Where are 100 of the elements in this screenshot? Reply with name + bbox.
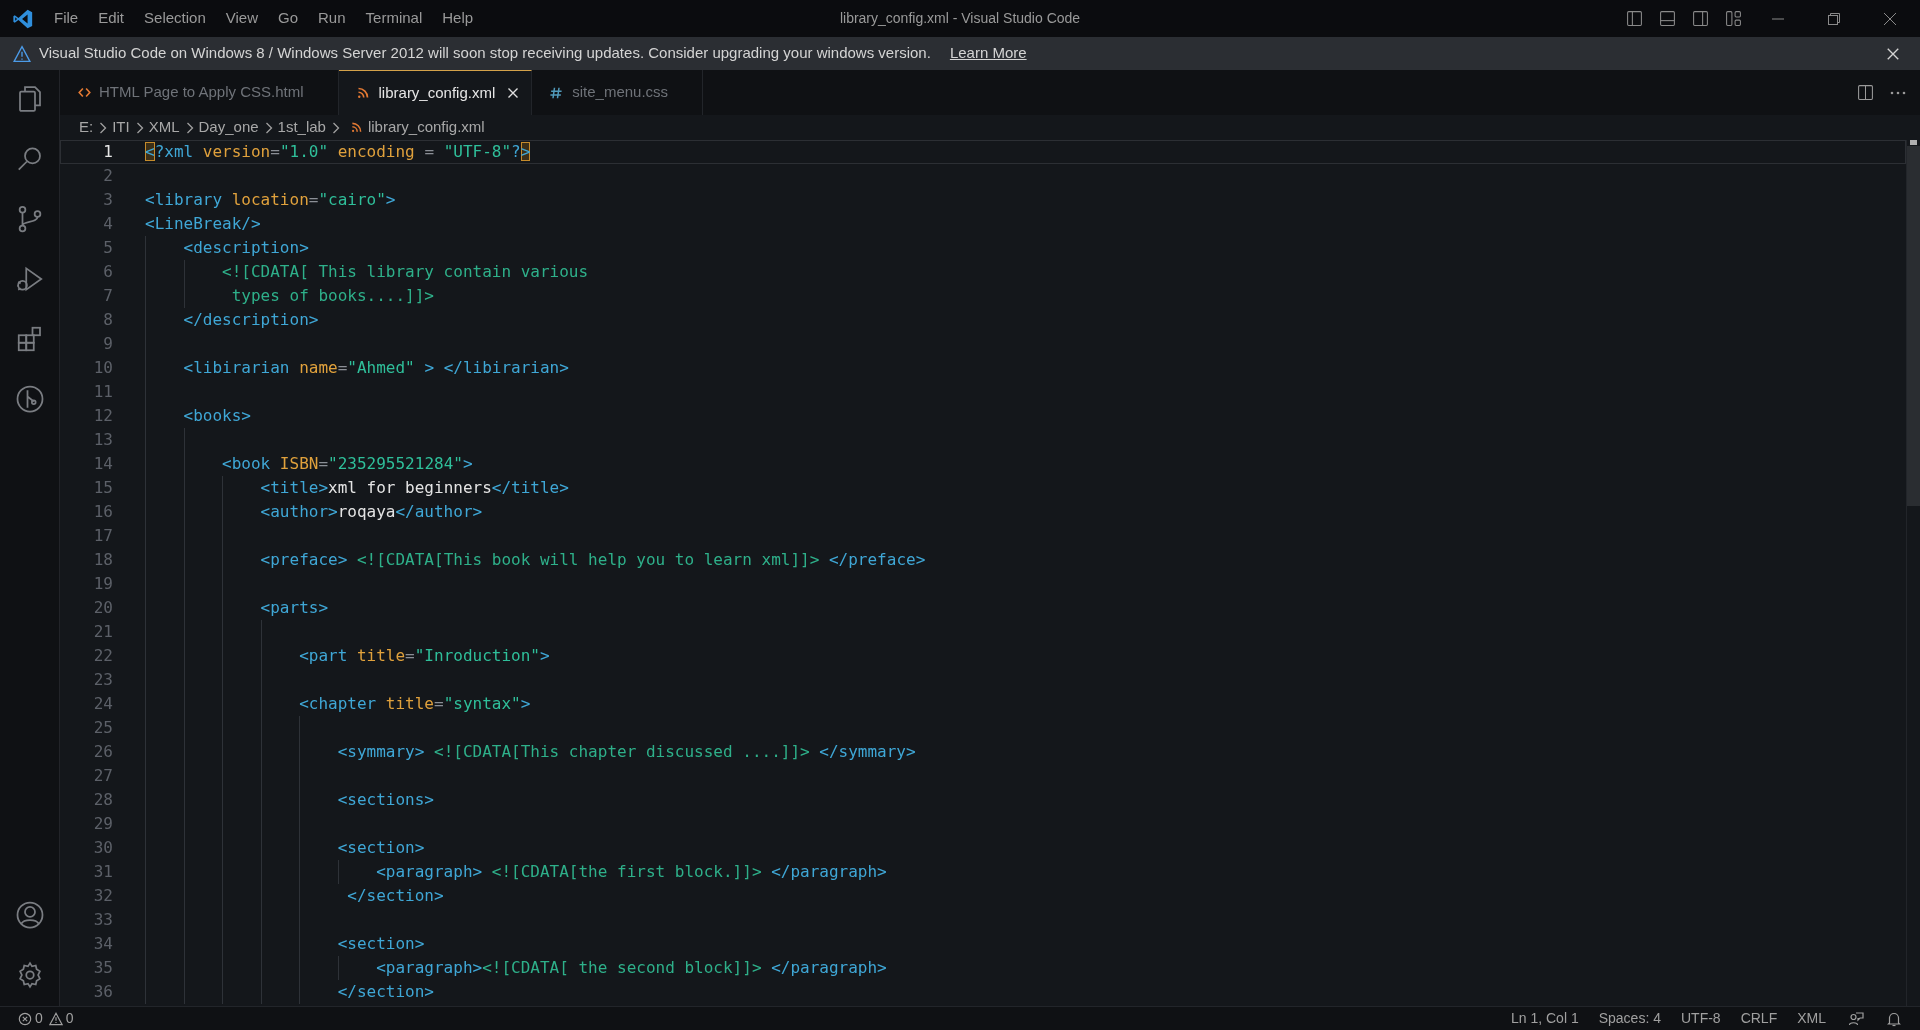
breadcrumb-item[interactable]: ITI <box>112 116 130 139</box>
feed-file-icon <box>350 122 362 133</box>
line-number: 35 <box>92 957 113 979</box>
line-number: 26 <box>92 741 113 763</box>
line-number: 22 <box>92 645 113 667</box>
menu-item[interactable]: Edit <box>88 7 135 30</box>
breadcrumb-item[interactable]: 1st_lab <box>277 116 326 139</box>
toggle-secondary-sidebar-icon[interactable] <box>1692 10 1709 27</box>
chevron-right-icon <box>263 121 273 134</box>
line-number: 21 <box>92 621 113 643</box>
line-number: 4 <box>102 213 113 235</box>
line-number: 2 <box>102 165 113 187</box>
menu-item[interactable]: Help <box>432 7 484 30</box>
code-line: <author>roqaya</author> <box>259 502 483 521</box>
editor-tab[interactable]: library_config.xml <box>338 70 533 115</box>
breadcrumb-item[interactable]: Day_one <box>198 116 259 139</box>
line-number: 7 <box>102 285 113 307</box>
feedback-icon[interactable] <box>1848 1010 1864 1027</box>
line-number: 28 <box>92 789 113 811</box>
menu-item[interactable]: Run <box>308 7 356 30</box>
close-icon[interactable] <box>1882 10 1898 27</box>
line-number: 19 <box>92 573 113 595</box>
code-line: <![CDATA[ This library contain various <box>221 262 589 281</box>
close-icon[interactable] <box>507 87 520 99</box>
code-line: <section> <box>336 838 425 857</box>
code-line: <part title="Inroduction"> <box>298 646 550 665</box>
status-item[interactable]: UTF-8 <box>1680 1008 1721 1029</box>
code-file-icon <box>78 86 91 99</box>
problems-indicator[interactable]: 0 0 <box>18 1008 74 1029</box>
code-line: <section> <box>336 934 425 953</box>
more-actions-icon[interactable] <box>1890 90 1906 95</box>
code-line: <libirarian name="Ahmed" > </libirarian> <box>182 358 569 377</box>
line-number: 5 <box>102 237 113 259</box>
git-graph-icon[interactable] <box>14 384 45 414</box>
code-line: <symmary> <![CDATA[This chapter discussed ....]]> </symmary> <box>336 742 916 761</box>
notifications-icon[interactable] <box>1886 1010 1902 1027</box>
line-number: 8 <box>102 309 113 331</box>
menu-item[interactable]: Selection <box>134 7 216 30</box>
close-icon[interactable] <box>1886 46 1900 61</box>
account-icon[interactable] <box>14 900 45 930</box>
line-number: 14 <box>92 453 113 475</box>
warning-count: 0 <box>65 1009 74 1028</box>
code-line: <LineBreak/> <box>145 214 261 233</box>
code-line: </section> <box>346 886 444 905</box>
line-number: 33 <box>92 909 113 931</box>
layout-icon[interactable] <box>1725 10 1742 27</box>
line-number: 13 <box>92 429 113 451</box>
line-number: 36 <box>92 981 113 1003</box>
breadcrumb-item[interactable]: XML <box>148 116 180 139</box>
status-item[interactable]: CRLF <box>1740 1008 1778 1029</box>
code-line: <parts> <box>259 598 329 617</box>
overview-ruler-mark <box>1910 140 1917 145</box>
line-number: 31 <box>92 861 113 883</box>
line-number: 12 <box>92 405 113 427</box>
line-number: 6 <box>102 261 113 283</box>
status-item[interactable]: Spaces: 4 <box>1598 1008 1661 1029</box>
menu-item[interactable]: File <box>44 7 89 30</box>
chevron-right-icon <box>330 121 340 134</box>
window-title: library_config.xml - Visual Studio Code <box>839 9 1081 28</box>
line-number: 1 <box>102 141 113 163</box>
code-line: </description> <box>182 310 319 329</box>
status-item[interactable]: Ln 1, Col 1 <box>1511 1008 1579 1029</box>
code-line: <library location="cairo"> <box>145 190 396 209</box>
error-icon <box>18 1011 32 1026</box>
feed-file-icon <box>356 87 369 99</box>
chevron-right-icon <box>184 121 194 134</box>
line-number: 29 <box>92 813 113 835</box>
code-line: <paragraph><![CDATA[ the second block]]> </paragraph> <box>375 958 887 977</box>
code-line: <preface> <![CDATA[This book will help you to learn xml]]> </preface> <box>259 550 926 569</box>
split-editor-icon[interactable] <box>1857 84 1874 101</box>
run-debug-icon[interactable] <box>14 264 45 294</box>
line-number: 20 <box>92 597 113 619</box>
line-number: 25 <box>92 717 113 739</box>
restore-icon[interactable] <box>1826 10 1842 27</box>
toggle-panel-icon[interactable] <box>1659 10 1676 27</box>
code-line: <title>xml for beginners</title> <box>259 478 569 497</box>
chevron-right-icon <box>98 121 108 134</box>
hash-file-icon <box>550 86 563 99</box>
menu-item[interactable]: Go <box>268 7 308 30</box>
warning-icon <box>48 1011 63 1026</box>
code-line: <chapter title="syntax"> <box>298 694 531 713</box>
app-logo-icon[interactable] <box>12 7 34 30</box>
learn-more-link[interactable]: Learn More <box>949 42 1027 65</box>
scrollbar-thumb[interactable] <box>1907 146 1920 506</box>
breadcrumb-item[interactable]: library_config.xml <box>367 116 485 139</box>
code-line: <description> <box>182 238 309 257</box>
error-count: 0 <box>35 1009 43 1028</box>
line-number: 17 <box>92 525 113 547</box>
line-number: 9 <box>102 333 113 355</box>
menu-item[interactable]: View <box>215 7 268 30</box>
line-number: 3 <box>102 189 113 211</box>
code-line: </section> <box>336 982 434 1001</box>
toggle-sidebar-icon[interactable] <box>1626 10 1643 27</box>
code-line: <sections> <box>336 790 434 809</box>
menu-item[interactable]: Terminal <box>355 7 433 30</box>
line-number: 34 <box>92 933 113 955</box>
status-item[interactable]: XML <box>1797 1008 1826 1029</box>
line-number: 24 <box>92 693 113 715</box>
breadcrumb-item[interactable]: E: <box>79 116 94 139</box>
warning-icon <box>13 44 31 63</box>
